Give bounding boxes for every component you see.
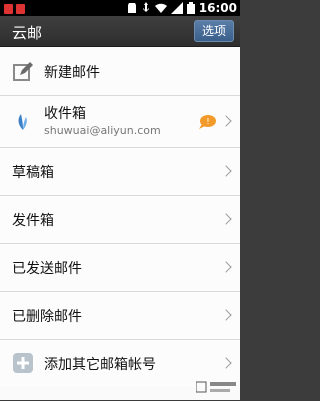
chevron-right-icon xyxy=(220,115,232,127)
sd-card-icon xyxy=(127,0,137,18)
chevron-right-icon xyxy=(220,309,232,321)
outbox-label: 发件箱 xyxy=(12,213,54,229)
signal-icon xyxy=(170,0,183,18)
battery-icon xyxy=(186,0,195,18)
wifi-icon xyxy=(154,0,167,18)
mailbox-menu: 新建邮件 收件箱 shuwuai@aliyun.com ! 草稿箱 发件箱 已发… xyxy=(0,47,240,387)
sent-row[interactable]: 已发送邮件 xyxy=(0,243,240,292)
chevron-right-icon xyxy=(220,213,232,225)
options-button[interactable]: 选项 xyxy=(194,20,234,42)
usb-icon xyxy=(141,0,151,18)
drafts-label: 草稿箱 xyxy=(12,165,54,181)
compose-row[interactable]: 新建邮件 xyxy=(0,47,240,96)
status-bar: 16:00 xyxy=(0,0,240,16)
compose-icon xyxy=(12,61,34,87)
drafts-row[interactable]: 草稿箱 xyxy=(0,147,240,196)
notification-icons xyxy=(3,1,43,15)
inbox-label: 收件箱 xyxy=(44,106,86,122)
compose-label: 新建邮件 xyxy=(44,65,100,81)
butterfly-icon xyxy=(12,111,34,137)
status-time: 16:00 xyxy=(198,1,237,15)
add-icon xyxy=(12,352,34,378)
outbox-row[interactable]: 发件箱 xyxy=(0,195,240,244)
watermark-logo xyxy=(195,380,236,398)
svg-text:!: ! xyxy=(206,117,209,126)
deleted-row[interactable]: 已删除邮件 xyxy=(0,291,240,340)
chevron-right-icon xyxy=(220,261,232,273)
inbox-row[interactable]: 收件箱 shuwuai@aliyun.com ! xyxy=(0,95,240,148)
sent-label: 已发送邮件 xyxy=(12,261,82,277)
inbox-account: shuwuai@aliyun.com xyxy=(44,124,161,137)
add-account-label: 添加其它邮箱帐号 xyxy=(44,357,156,373)
chevron-right-icon xyxy=(220,357,232,369)
deleted-label: 已删除邮件 xyxy=(12,309,82,325)
app-title: 云邮 xyxy=(12,24,43,42)
title-bar: 云邮 选项 xyxy=(0,16,240,47)
chevron-right-icon xyxy=(220,165,232,177)
unread-bubble-icon: ! xyxy=(199,114,216,129)
